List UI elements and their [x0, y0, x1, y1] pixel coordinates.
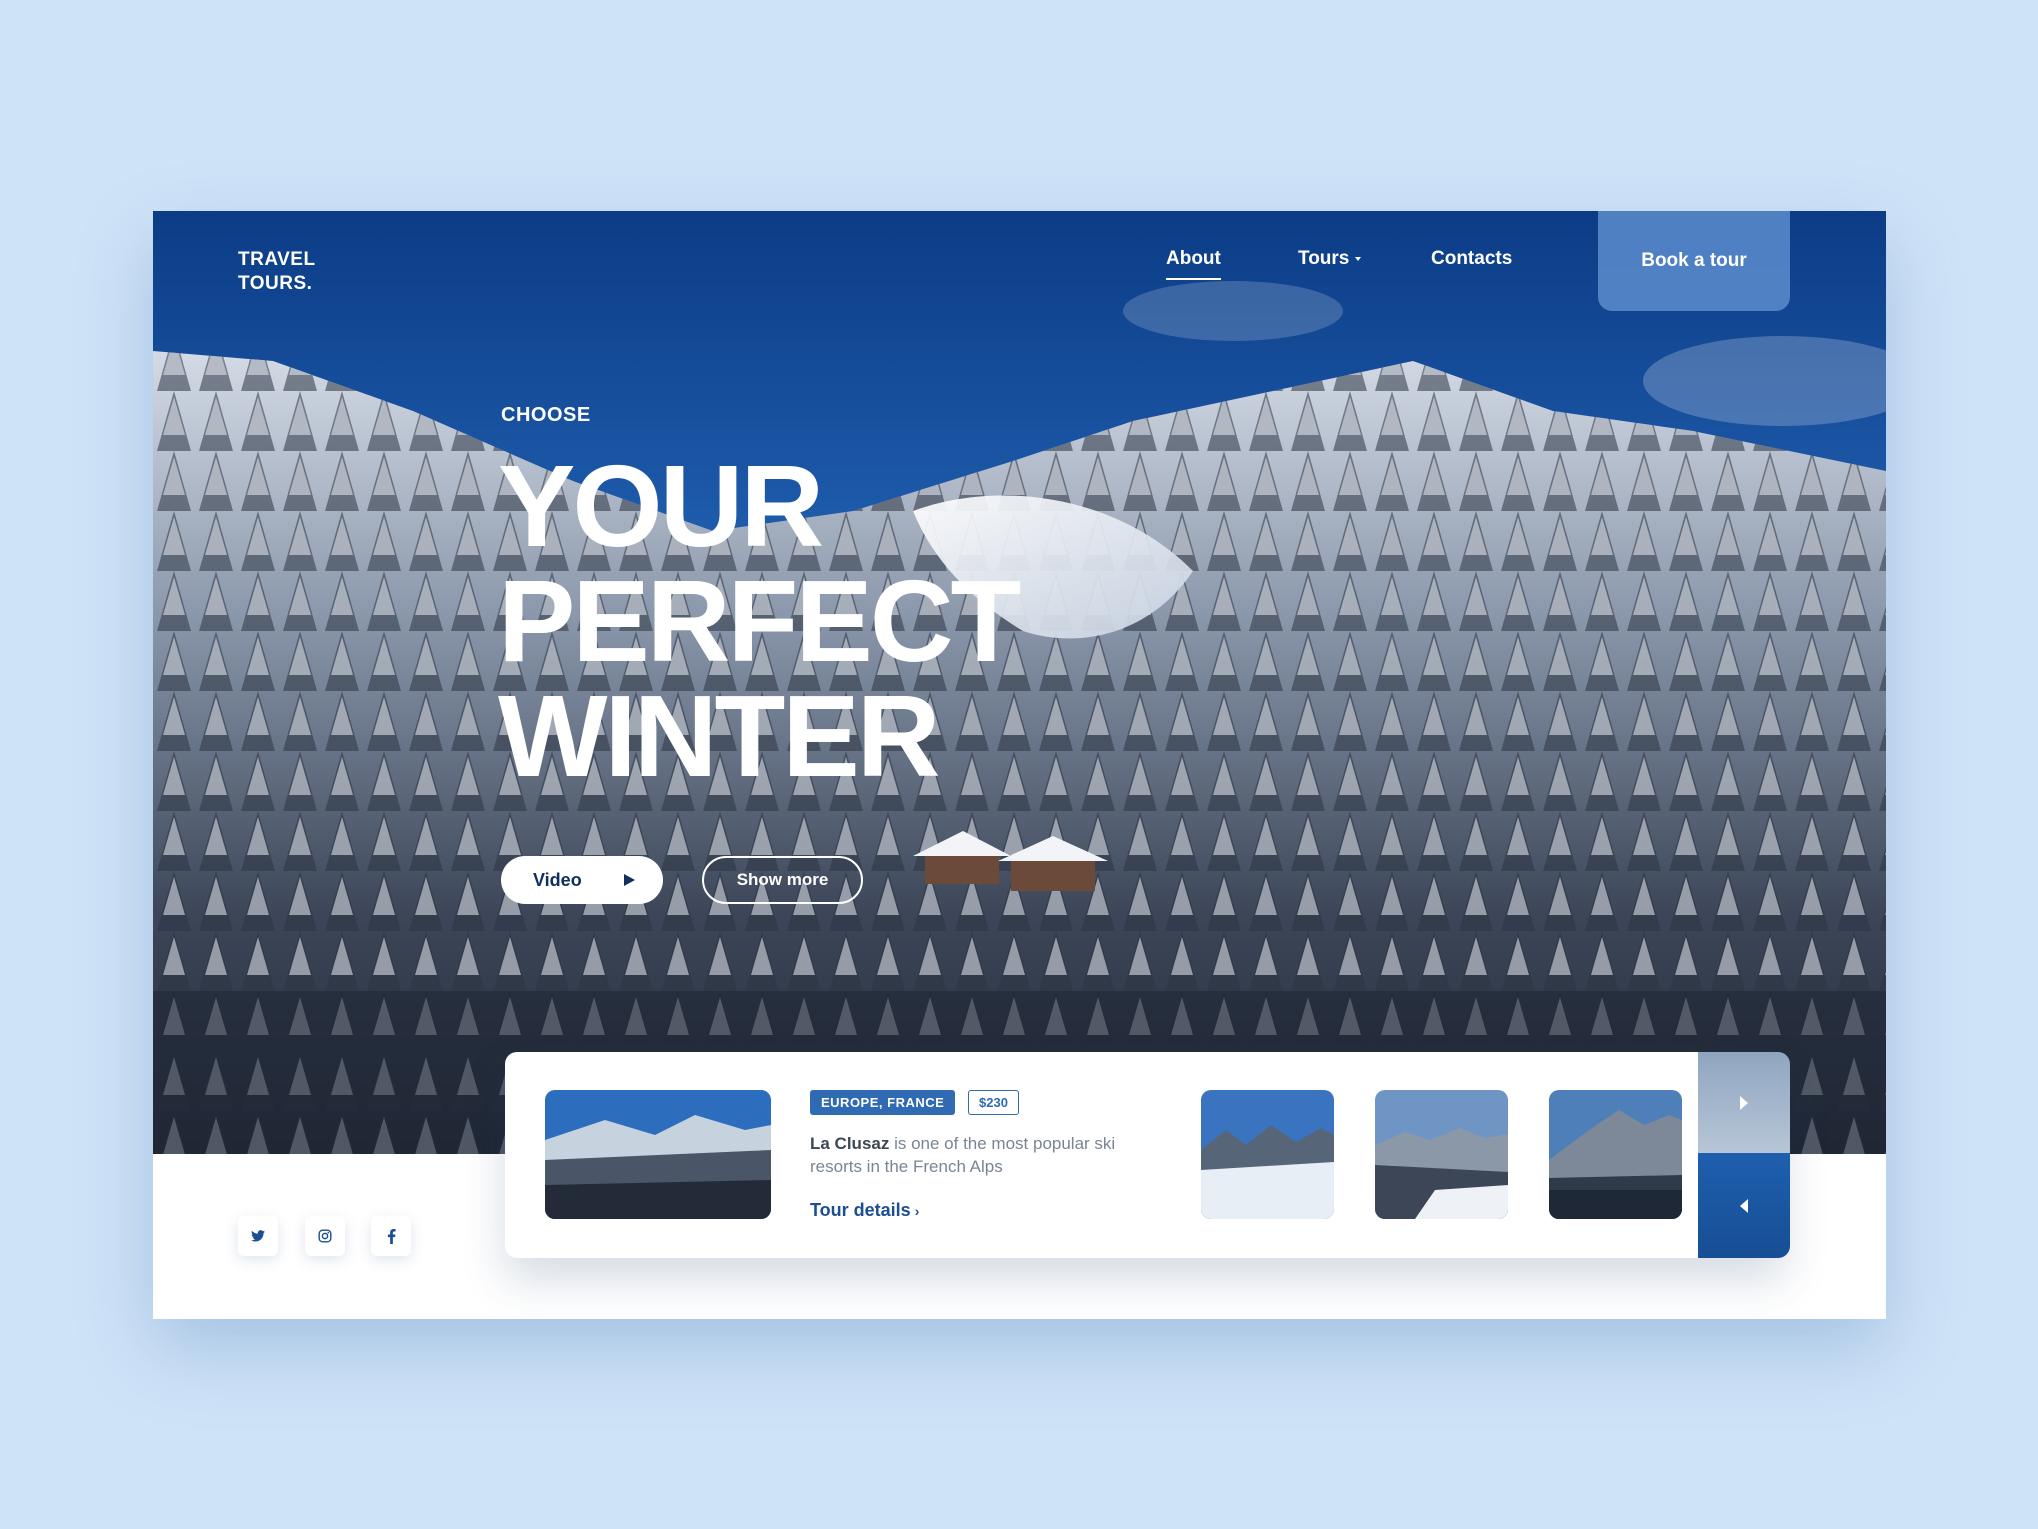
- alpine-peaks-photo: [1201, 1090, 1334, 1219]
- chevron-right-icon: ›: [914, 1203, 920, 1219]
- hero-kicker: CHOOSE: [501, 404, 591, 426]
- chevron-right-icon: [1740, 1095, 1748, 1110]
- nav-contacts[interactable]: Contacts: [1431, 248, 1512, 270]
- previous-slide-button[interactable]: [1698, 1153, 1790, 1258]
- chevron-left-icon: [1740, 1198, 1748, 1213]
- hero-section: TRAVEL TOURS. About Tours Contacts Book …: [153, 211, 1886, 1154]
- video-button[interactable]: Video: [501, 856, 663, 904]
- instagram-button[interactable]: [305, 1216, 345, 1256]
- tour-name: La Clusaz: [810, 1134, 890, 1153]
- instagram-icon: [318, 1229, 332, 1243]
- headline-line-1: YOUR: [498, 441, 824, 571]
- tour-thumbnail[interactable]: [1375, 1090, 1508, 1219]
- twitter-icon: [251, 1230, 265, 1242]
- snowy-valley-photo: [1375, 1090, 1508, 1219]
- facebook-icon: [387, 1228, 396, 1244]
- brand-line-2: TOURS.: [238, 273, 313, 294]
- headline-line-3: WINTER: [498, 671, 941, 801]
- play-icon: [624, 874, 635, 886]
- tour-details-link[interactable]: Tour details ›: [810, 1200, 919, 1221]
- nav-tours[interactable]: Tours: [1298, 248, 1362, 270]
- twitter-button[interactable]: [238, 1216, 278, 1256]
- show-more-button[interactable]: Show more: [702, 856, 863, 904]
- headline-line-2: PERFECT: [498, 556, 1021, 686]
- next-slide-button[interactable]: [1698, 1052, 1790, 1153]
- region-badge: EUROPE, FRANCE: [810, 1090, 956, 1115]
- tour-details-label: Tour details: [810, 1200, 911, 1220]
- facebook-button[interactable]: [371, 1216, 411, 1256]
- nav-tours-label: Tours: [1298, 248, 1350, 269]
- brand-line-1: TRAVEL: [238, 249, 316, 270]
- tour-description: La Clusaz is one of the most popular ski…: [810, 1132, 1130, 1178]
- tour-card: EUROPE, FRANCE $230 La Clusaz is one of …: [505, 1052, 1785, 1258]
- mountain-forest-photo: [545, 1090, 771, 1219]
- landing-page-card: TRAVEL TOURS. About Tours Contacts Book …: [153, 211, 1886, 1319]
- price-badge: $230: [968, 1090, 1019, 1115]
- hero-headline: YOUR PERFECT WINTER: [498, 441, 1021, 801]
- nav-about[interactable]: About: [1166, 248, 1221, 280]
- book-a-tour-button[interactable]: Book a tour: [1598, 211, 1790, 311]
- tour-main-image[interactable]: [545, 1090, 771, 1219]
- tour-thumbnail[interactable]: [1549, 1090, 1682, 1219]
- caret-down-icon: [1355, 256, 1362, 261]
- video-button-label: Video: [533, 869, 582, 890]
- winter-forest-image: [153, 211, 1886, 1154]
- brand-logo[interactable]: TRAVEL TOURS.: [238, 248, 316, 296]
- mountain-lake-photo: [1549, 1090, 1682, 1219]
- tour-thumbnail[interactable]: [1201, 1090, 1334, 1219]
